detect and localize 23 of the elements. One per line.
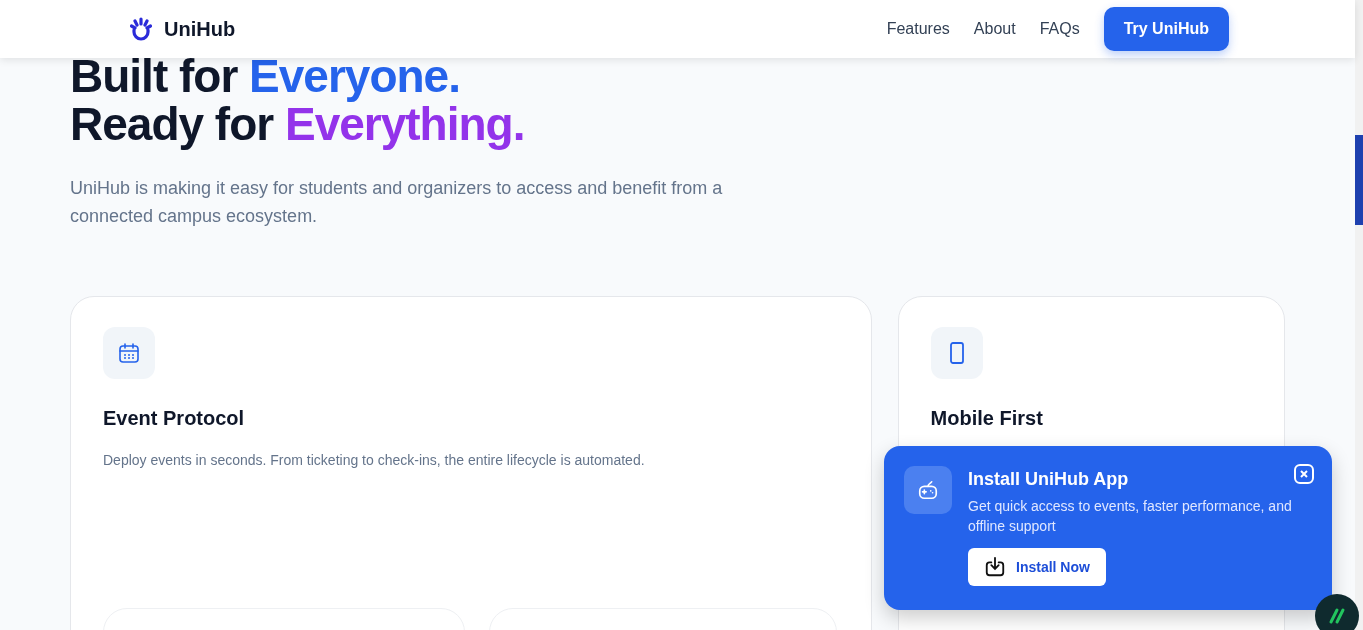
close-icon	[1299, 469, 1309, 479]
feature-description: Deploy events in seconds. From ticketing to check-ins, the entire lifecycle is automated.	[103, 452, 646, 468]
try-unihub-button[interactable]: Try UniHub	[1103, 7, 1229, 51]
close-button[interactable]	[1294, 464, 1314, 484]
stripes-icon	[1328, 607, 1346, 625]
hero-description: UniHub is making it easy for students and organizers to access and benefit from a connected campus ecosystem.	[70, 177, 724, 228]
feature-title: Mobile First	[930, 407, 1044, 430]
floating-badge[interactable]	[1315, 594, 1359, 630]
install-now-button[interactable]: Install Now	[968, 548, 1106, 586]
nav-link[interactable]: About	[973, 20, 1016, 38]
scrollbar[interactable]	[1355, 0, 1363, 630]
calendar-icon	[117, 341, 141, 365]
scrollbar-thumb[interactable]	[1355, 135, 1363, 225]
logo-icon	[130, 17, 152, 41]
hero-heading-line: Built for Everyone.	[70, 52, 461, 100]
install-description: Get quick access to events, faster performance, and offline support	[968, 497, 1293, 536]
feature-title: Event Protocol	[103, 407, 246, 430]
brand-name: UniHub	[164, 17, 236, 41]
nav-link[interactable]: FAQs	[1039, 20, 1080, 38]
install-title: Install UniHub App	[968, 469, 1130, 490]
nav-link[interactable]: Features	[886, 20, 950, 38]
download-icon	[984, 556, 1006, 578]
gamepad-icon	[917, 479, 939, 501]
